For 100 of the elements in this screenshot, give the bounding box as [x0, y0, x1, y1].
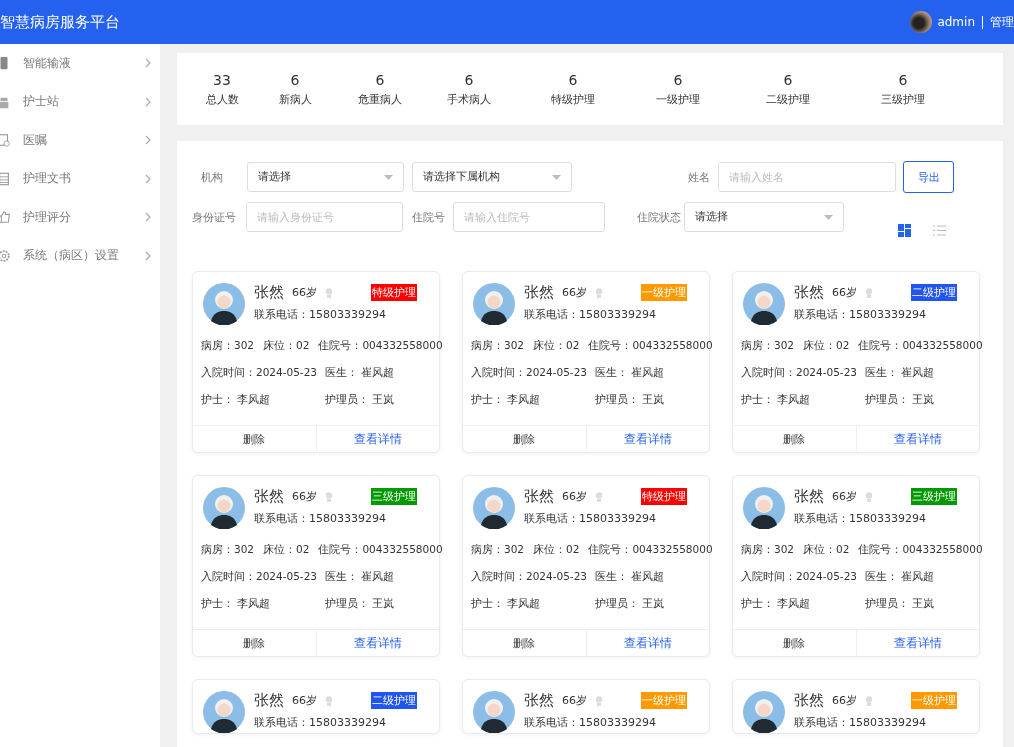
patient-detail: 护士： 李风超 [201, 597, 272, 611]
avatar-icon [473, 487, 515, 529]
patient-detail: 床位：02 [263, 543, 310, 557]
sidebar-item[interactable]: 系统（病区）设置 [0, 236, 160, 275]
delete-button[interactable]: 删除 [733, 426, 856, 452]
patient-detail: 入院时间：2024-05-23 [471, 570, 589, 584]
select-field[interactable]: 请选择 [684, 202, 844, 232]
avatar-icon [473, 283, 515, 325]
details-link[interactable]: 查看详情 [585, 426, 709, 452]
avatar-icon [203, 487, 245, 529]
stat-label: 新病人 [278, 91, 312, 107]
patient-detail: 护士： 李风超 [201, 393, 272, 407]
patient-phone: 联系电话：15803339294 [254, 511, 387, 526]
patient-phone: 联系电话：15803339294 [524, 511, 657, 526]
field-label: 姓名 [687, 169, 711, 185]
patient-detail: 医生： 崔风超 [325, 366, 395, 380]
patient-name: 张然 [794, 691, 824, 710]
delete-button[interactable]: 删除 [463, 426, 586, 452]
patient-detail: 入院时间：2024-05-23 [741, 366, 859, 380]
sidebar-item[interactable]: 护理文书 [0, 159, 160, 198]
stat-value: 6 [673, 71, 683, 88]
stat-label: 总人数 [205, 91, 239, 107]
patient-detail: 医生： 崔风超 [325, 570, 395, 584]
select-field[interactable]: 请选择下属机构 [412, 162, 572, 192]
grid-view-icon[interactable] [898, 224, 911, 237]
patient-detail: 住院号：004332558000 [318, 543, 443, 557]
patient-detail: 床位：02 [803, 543, 850, 557]
person-icon [325, 695, 333, 706]
sidebar-item[interactable]: 医嘱 [0, 121, 160, 160]
thumbs-up-icon [0, 209, 11, 226]
field-label: 住院号 [412, 209, 446, 225]
patient-detail: 入院时间：2024-05-23 [201, 366, 319, 380]
patient-phone: 联系电话：15803339294 [794, 307, 927, 322]
chevron-icon [144, 250, 152, 261]
patient-detail: 入院时间：2024-05-23 [741, 570, 859, 584]
patient-phone: 联系电话：15803339294 [524, 307, 657, 322]
patient-age: 66岁 [562, 489, 587, 504]
patient-detail: 住院号：004332558000 [588, 339, 713, 353]
delete-button[interactable]: 删除 [193, 630, 316, 656]
input-field[interactable]: 请输入姓名 [718, 162, 896, 192]
details-link[interactable]: 查看详情 [855, 630, 979, 656]
list-icon [0, 170, 11, 187]
app-title: 智慧病房服务平台 [0, 12, 120, 32]
details-link[interactable]: 查看详情 [315, 630, 439, 656]
sidebar-item[interactable]: 智能输液 [0, 44, 160, 83]
caret-icon [552, 174, 561, 180]
patient-detail: 病房：302 [471, 543, 525, 557]
details-link[interactable]: 查看详情 [585, 630, 709, 656]
user-avatar[interactable] [910, 11, 933, 33]
stat-label: 一级护理 [656, 91, 700, 107]
stat-label: 三级护理 [881, 91, 925, 107]
stat-value: 6 [290, 71, 300, 88]
export-button[interactable]: 导出 [903, 161, 954, 193]
details-link[interactable]: 查看详情 [315, 426, 439, 452]
chevron-icon [144, 212, 152, 223]
stat-value: 33 [213, 71, 231, 88]
patient-detail: 床位：02 [803, 339, 850, 353]
field-label: 住院状态 [637, 209, 682, 225]
chevron-icon [144, 135, 152, 146]
stat-value: 6 [375, 71, 385, 88]
patient-phone: 联系电话：15803339294 [794, 715, 927, 730]
patient-detail: 住院号：004332558000 [858, 339, 983, 353]
stat-label: 特级护理 [551, 91, 595, 107]
chevron-icon [144, 58, 152, 69]
patient-phone: 联系电话：15803339294 [254, 307, 387, 322]
patient-name: 张然 [524, 487, 554, 506]
patient-name: 张然 [794, 283, 824, 302]
patient-detail: 病房：302 [741, 543, 795, 557]
patient-phone: 联系电话：15803339294 [794, 511, 927, 526]
patient-age: 66岁 [832, 693, 857, 708]
caret-icon [384, 174, 393, 180]
patient-detail: 医生： 崔风超 [865, 366, 935, 380]
care-level-tag: 一级护理 [911, 692, 957, 709]
patient-name: 张然 [254, 691, 284, 710]
patient-name: 张然 [254, 283, 284, 302]
delete-button[interactable]: 删除 [463, 630, 586, 656]
person-icon [595, 287, 603, 298]
caret-icon [824, 214, 833, 220]
patient-name: 张然 [254, 487, 284, 506]
patient-detail: 住院号：004332558000 [858, 543, 983, 557]
patient-detail: 护士： 李风超 [471, 393, 542, 407]
user-name[interactable]: admin [937, 15, 975, 29]
stat-label: 二级护理 [766, 91, 810, 107]
patient-detail: 病房：302 [201, 339, 255, 353]
select-field[interactable]: 请选择 [247, 162, 404, 192]
care-level-tag: 二级护理 [911, 284, 957, 301]
patient-phone: 联系电话：15803339294 [254, 715, 387, 730]
patient-detail: 护士： 李风超 [471, 597, 542, 611]
patient-detail: 护理员： 王岚 [865, 393, 935, 407]
details-link[interactable]: 查看详情 [855, 426, 979, 452]
delete-button[interactable]: 删除 [733, 630, 856, 656]
delete-button[interactable]: 删除 [193, 426, 316, 452]
patient-detail: 床位：02 [533, 339, 580, 353]
sidebar-item[interactable]: 护理评分 [0, 198, 160, 237]
patient-detail: 病房：302 [201, 543, 255, 557]
care-level-tag: 一级护理 [641, 284, 687, 301]
person-icon [865, 695, 873, 706]
person-icon [865, 287, 873, 298]
sidebar-item[interactable]: 护士站 [0, 82, 160, 121]
user-role: 管理 [990, 13, 1014, 31]
